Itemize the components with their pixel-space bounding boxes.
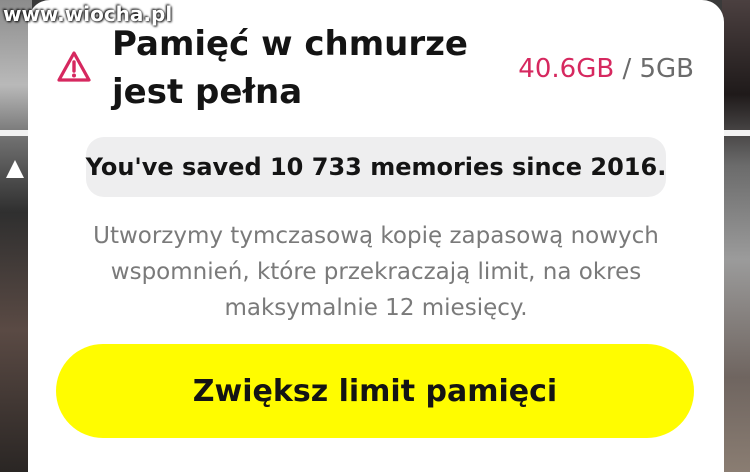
watermark: www.wiocha.pl [3,2,173,26]
increase-storage-button[interactable]: Zwiększ limit pamięci [56,344,694,438]
page-title: Pamięć w chmurze jest pełna [112,24,468,112]
background-photo-right [722,0,750,472]
increase-storage-button-label: Zwiększ limit pamięci [192,373,558,409]
warning-triangle-icon [56,50,92,84]
memories-stats-text: You've saved 10 733 memories since 2016. [85,153,667,181]
memories-stats-banner: You've saved 10 733 memories since 2016. [86,137,666,197]
background-triangle-shape [6,160,24,178]
storage-limit-value: 5GB [639,54,694,84]
storage-usage: 40.6GB / 5GB [518,54,694,84]
storage-separator: / [622,54,632,84]
storage-used-value: 40.6GB [518,54,615,84]
backup-description: Utworzymy tymczasową kopię zapasową nowy… [93,223,659,321]
background-divider [722,130,750,136]
storage-full-sheet: Pamięć w chmurze jest pełna 40.6GB / 5GB… [28,0,724,472]
